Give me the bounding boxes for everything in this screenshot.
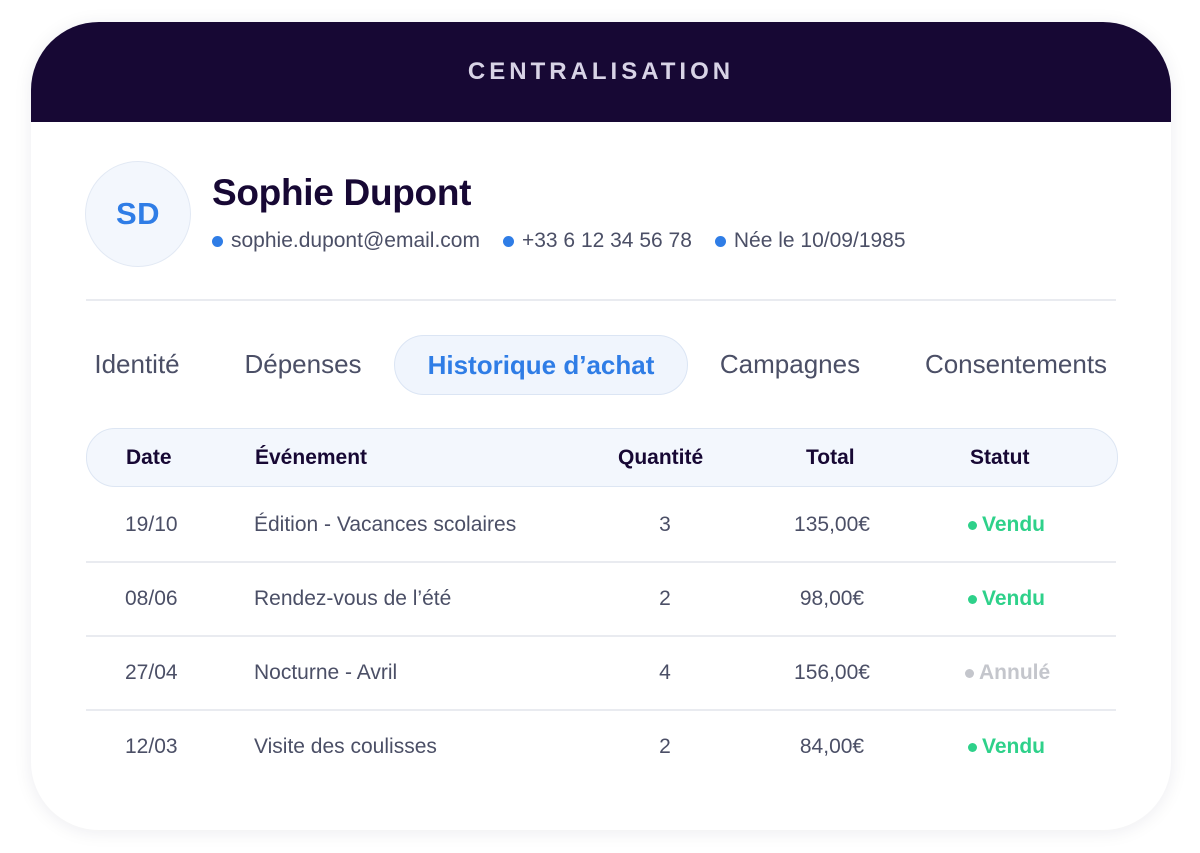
status-label: Vendu: [982, 513, 1046, 536]
table-header: Date Événement Quantité Total Statut: [86, 428, 1118, 487]
tab-depenses[interactable]: Dépenses: [235, 335, 371, 393]
status-badge: Vendu: [968, 563, 1045, 635]
header-title: CENTRALISATION: [467, 58, 735, 85]
cell-event: Nocturne - Avril: [254, 661, 398, 684]
status-badge: Annulé: [965, 637, 1050, 709]
tab-identite[interactable]: Identité: [79, 335, 195, 393]
cell-event: Visite des coulisses: [254, 735, 437, 758]
tab-consentements[interactable]: Consentements: [911, 335, 1121, 393]
cell-date: 12/03: [125, 735, 178, 758]
profile-meta: sophie.dupont@email.com +33 6 12 34 56 7…: [212, 229, 929, 253]
column-header-date: Date: [126, 446, 172, 469]
column-header-event: Événement: [255, 446, 368, 469]
status-label: Annulé: [979, 661, 1051, 684]
status-badge: Vendu: [968, 489, 1045, 561]
avatar-initials: SD: [115, 196, 161, 231]
profile-birthdate-text: Née le 10/09/1985: [733, 229, 906, 252]
profile-birthdate: Née le 10/09/1985: [714, 229, 906, 253]
cell-event: Rendez-vous de l’été: [254, 587, 452, 610]
avatar: SD: [85, 161, 191, 267]
status-dot-icon: [968, 520, 977, 530]
status-label: Vendu: [982, 735, 1046, 758]
table-row: 08/06 Rendez-vous de l’été 2 98,00€ Vend…: [86, 563, 1116, 637]
cell-total: 98,00€: [799, 587, 865, 610]
cell-quantity: 2: [659, 735, 671, 758]
column-header-quantity: Quantité: [618, 446, 704, 469]
cell-date: 08/06: [125, 587, 178, 610]
tab-bar: Identité Dépenses Historique d’achat Cam…: [31, 335, 1171, 395]
column-header-total: Total: [806, 446, 855, 469]
table-row: 27/04 Nocturne - Avril 4 156,00€ Annulé: [86, 637, 1116, 711]
cell-quantity: 2: [659, 587, 671, 610]
table-row: 12/03 Visite des coulisses 2 84,00€ Vend…: [86, 711, 1116, 783]
column-header-status: Statut: [970, 446, 1030, 469]
status-label: Vendu: [982, 587, 1046, 610]
table-row: 19/10 Édition - Vacances scolaires 3 135…: [86, 489, 1116, 563]
cell-date: 19/10: [125, 513, 178, 536]
tab-historique-achat[interactable]: Historique d’achat: [394, 335, 688, 395]
cell-total: 135,00€: [794, 513, 870, 536]
profile-email: sophie.dupont@email.com: [212, 229, 480, 253]
profile-email-text: sophie.dupont@email.com: [231, 229, 480, 252]
cell-total: 84,00€: [799, 735, 865, 758]
customer-card: CENTRALISATION SD Sophie Dupont sophie.d…: [31, 22, 1171, 830]
status-dot-icon: [965, 668, 974, 678]
cell-total: 156,00€: [794, 661, 870, 684]
cell-quantity: 4: [659, 661, 671, 684]
bullet-dot-icon: [714, 235, 726, 247]
status-dot-icon: [968, 742, 977, 752]
profile-name: Sophie Dupont: [212, 172, 472, 213]
header-bar: CENTRALISATION: [31, 22, 1171, 122]
tab-campagnes[interactable]: Campagnes: [709, 335, 871, 393]
profile-phone: +33 6 12 34 56 78: [502, 229, 692, 253]
profile-phone-text: +33 6 12 34 56 78: [521, 229, 692, 252]
cell-quantity: 3: [659, 513, 671, 536]
bullet-dot-icon: [502, 235, 514, 247]
bullet-dot-icon: [212, 235, 223, 247]
section-divider: [86, 299, 1116, 301]
cell-event: Édition - Vacances scolaires: [254, 513, 517, 536]
cell-date: 27/04: [125, 661, 178, 684]
status-badge: Vendu: [968, 711, 1045, 783]
status-dot-icon: [968, 594, 977, 604]
